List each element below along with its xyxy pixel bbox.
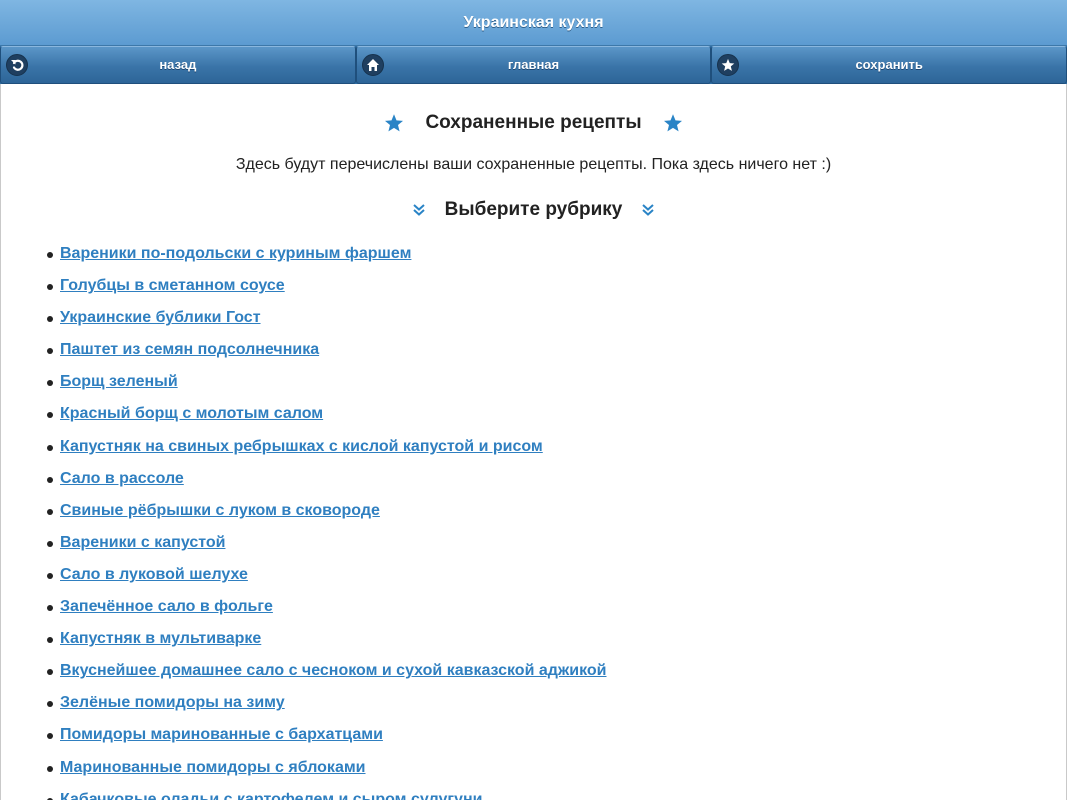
- recipe-link[interactable]: Капустняк на свиных ребрышках с кислой к…: [60, 438, 543, 455]
- star-icon: [385, 114, 404, 132]
- back-button-label: назад: [159, 57, 197, 72]
- list-item: Паштет из семян подсолнечника: [45, 339, 1066, 371]
- recipe-link[interactable]: Сало в рассоле: [60, 470, 184, 487]
- recipe-link[interactable]: Вареники с капустой: [60, 534, 225, 551]
- back-arrow-icon: [6, 54, 28, 76]
- main-content: Сохраненные рецепты Здесь будут перечисл…: [0, 84, 1067, 800]
- saved-recipes-title: Сохраненные рецепты: [425, 112, 642, 133]
- recipe-link[interactable]: Маринованные помидоры с яблоками: [60, 759, 366, 776]
- categories-title: Выберите рубрику: [444, 199, 623, 220]
- recipe-link[interactable]: Помидоры маринованные с бархатцами: [60, 726, 383, 743]
- recipe-link[interactable]: Вкуснейшее домашнее сало с чесноком и су…: [60, 662, 607, 679]
- list-item: Сало в луковой шелухе: [45, 564, 1066, 596]
- list-item: Украинские бублики Гост: [45, 307, 1066, 339]
- list-item: Вкуснейшее домашнее сало с чесноком и су…: [45, 660, 1066, 692]
- star-icon: [717, 54, 740, 76]
- recipe-link[interactable]: Вареники по-подольски с куриным фаршем: [60, 245, 411, 262]
- recipe-link[interactable]: Капустняк в мультиварке: [60, 630, 261, 647]
- app-header: Украинская кухня: [0, 0, 1067, 46]
- recipe-link[interactable]: Кабачковые оладьи с картофелем и сыром с…: [60, 791, 482, 800]
- recipe-link[interactable]: Паштет из семян подсолнечника: [60, 341, 319, 358]
- list-item: Помидоры маринованные с бархатцами: [45, 724, 1066, 756]
- list-item: Капустняк на свиных ребрышках с кислой к…: [45, 436, 1066, 468]
- recipe-link[interactable]: Сало в луковой шелухе: [60, 566, 248, 583]
- save-button-label: сохранить: [855, 57, 923, 72]
- recipe-link[interactable]: Украинские бублики Гост: [60, 309, 261, 326]
- list-item: Вареники с капустой: [45, 532, 1066, 564]
- recipe-link[interactable]: Голубцы в сметанном соусе: [60, 277, 285, 294]
- list-item: Голубцы в сметанном соусе: [45, 275, 1066, 307]
- recipe-link[interactable]: Запечённое сало в фольге: [60, 598, 273, 615]
- home-button-label: главная: [507, 57, 560, 72]
- list-item: Запечённое сало в фольге: [45, 596, 1066, 628]
- double-chevron-down-icon: [412, 204, 425, 216]
- home-button[interactable]: главная: [355, 46, 712, 84]
- star-icon: [663, 114, 682, 132]
- recipe-link[interactable]: Красный борщ с молотым салом: [60, 405, 323, 422]
- list-item: Свиные рёбрышки с луком в сковороде: [45, 500, 1066, 532]
- recipe-link[interactable]: Свиные рёбрышки с луком в сковороде: [60, 502, 380, 519]
- list-item: Капустняк в мультиварке: [45, 628, 1066, 660]
- list-item: Кабачковые оладьи с картофелем и сыром с…: [45, 789, 1066, 800]
- recipe-list: Вареники по-подольски с куриным фаршем Г…: [1, 243, 1066, 800]
- recipe-link[interactable]: Борщ зеленый: [60, 373, 178, 390]
- saved-empty-message: Здесь будут перечислены ваши сохраненные…: [235, 156, 832, 173]
- list-item: Вареники по-подольски с куриным фаршем: [45, 243, 1066, 275]
- list-item: Борщ зеленый: [45, 371, 1066, 403]
- recipe-link[interactable]: Зелёные помидоры на зиму: [60, 694, 285, 711]
- nav-bar: назад главная сохранить: [0, 46, 1067, 84]
- categories-heading: Выберите рубрику: [1, 197, 1066, 223]
- list-item: Сало в рассоле: [45, 468, 1066, 500]
- saved-recipes-heading: Сохраненные рецепты: [1, 109, 1066, 137]
- app-title: Украинская кухня: [463, 14, 604, 31]
- home-icon: [361, 54, 384, 76]
- list-item: Зелёные помидоры на зиму: [45, 692, 1066, 724]
- double-chevron-down-icon: [642, 204, 655, 216]
- list-item: Красный борщ с молотым салом: [45, 403, 1066, 435]
- save-button[interactable]: сохранить: [711, 46, 1067, 84]
- list-item: Маринованные помидоры с яблоками: [45, 757, 1066, 789]
- back-button[interactable]: назад: [0, 46, 356, 84]
